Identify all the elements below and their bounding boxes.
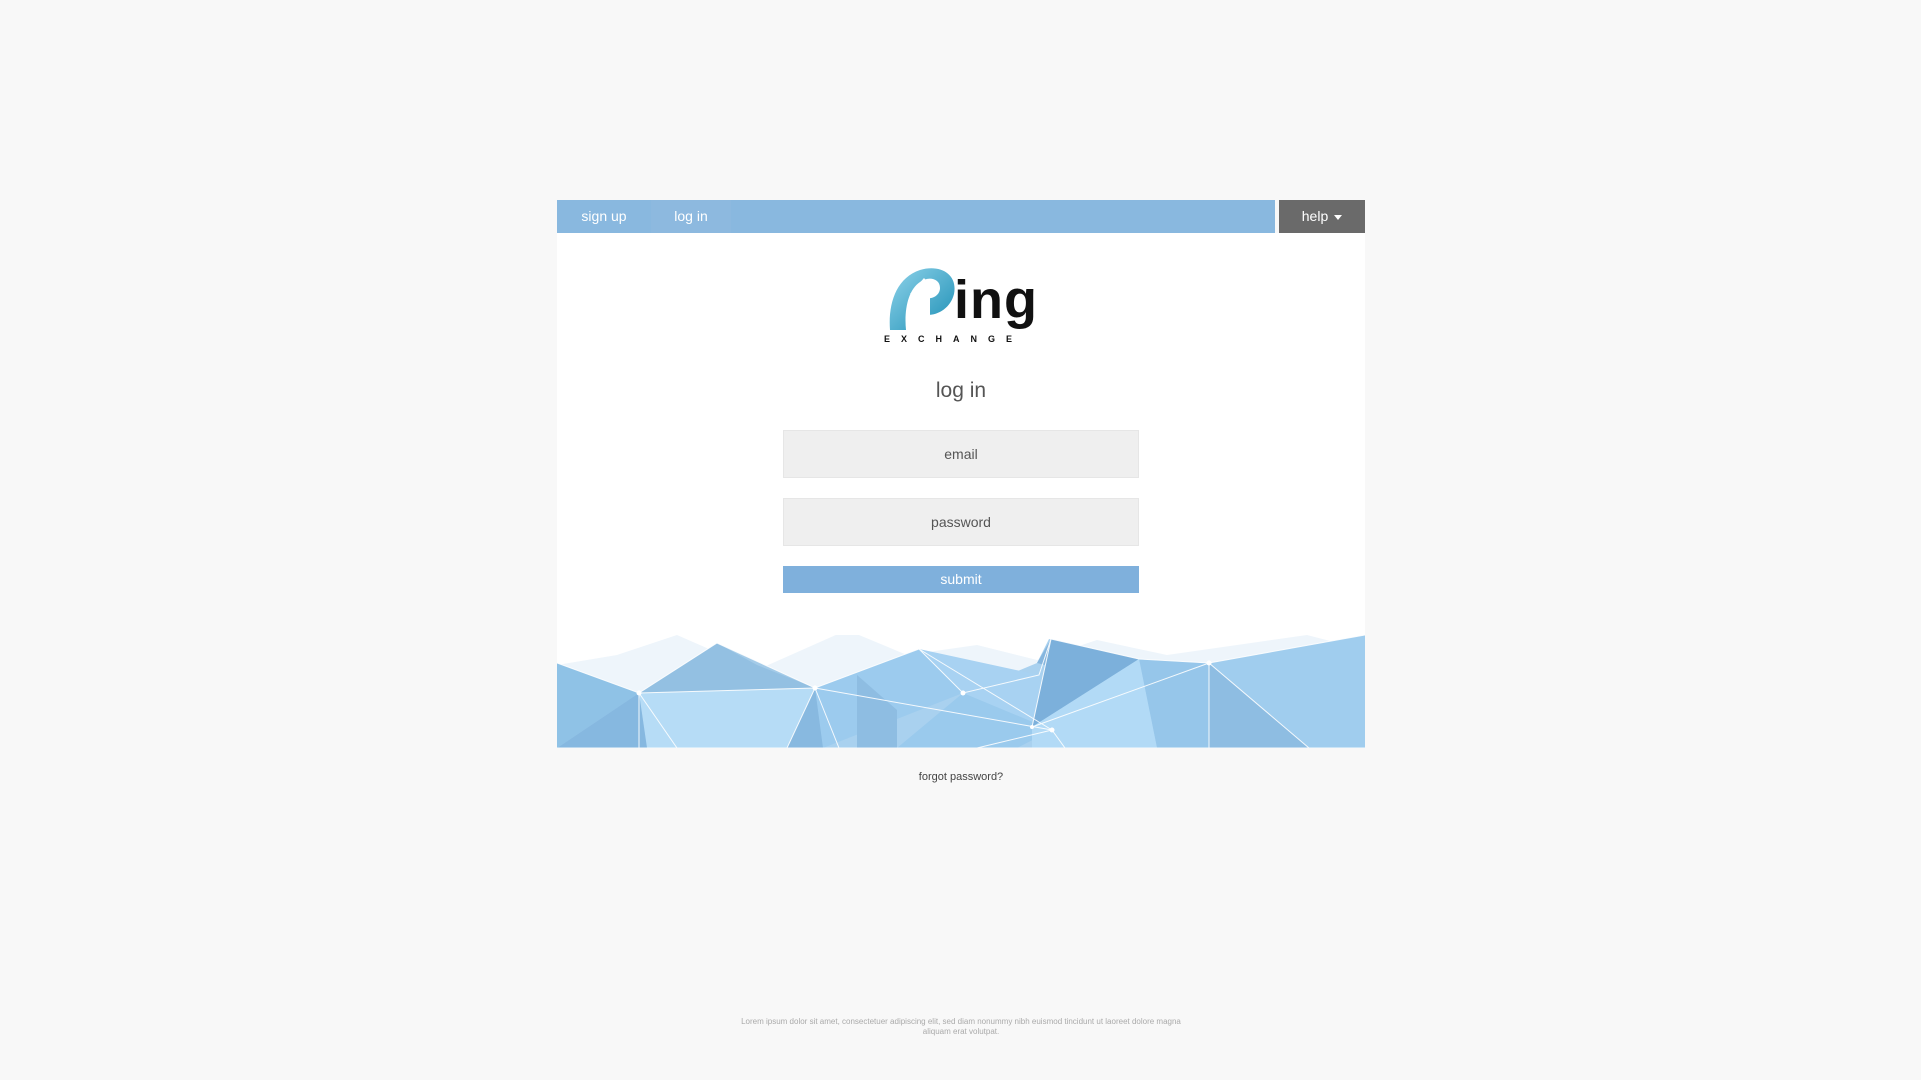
form-title: log in (935, 379, 987, 402)
submit-button[interactable]: submit (783, 566, 1139, 593)
footer-text: Lorem ipsum dolor sit amet, consectetuer… (741, 1017, 1181, 1036)
password-field[interactable] (783, 498, 1139, 546)
logo-arrow-icon (889, 268, 955, 330)
tab-sign-up[interactable]: sign up (557, 200, 651, 233)
help-dropdown-button[interactable]: help (1279, 200, 1365, 233)
mountains-illustration (557, 635, 1365, 748)
ping-exchange-logo: ing EXCHANGE (882, 264, 1042, 348)
help-label: help (1301, 208, 1329, 224)
forgot-password-link[interactable]: forgot password? (557, 771, 1365, 783)
caret-down-icon (1334, 214, 1343, 220)
logo-wordmark: ing (954, 270, 1038, 330)
top-nav-bar: sign up log in (557, 200, 1275, 233)
email-field[interactable] (783, 430, 1139, 478)
logo-subtitle: EXCHANGE (884, 334, 1024, 344)
tab-log-in[interactable]: log in (651, 200, 731, 233)
